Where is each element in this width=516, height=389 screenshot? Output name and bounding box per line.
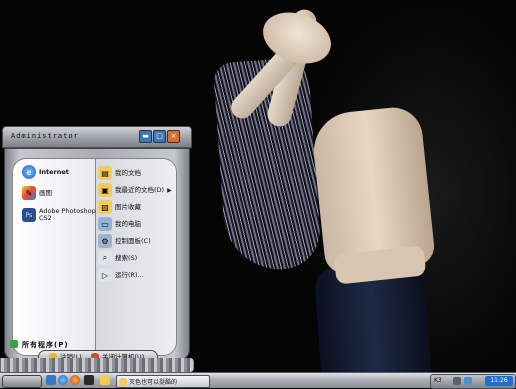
pinned-item-label: 画图 [39,188,52,197]
pinned-item-label-line2: CS2 [39,214,52,222]
taskbar-window-button[interactable]: 灭色也可以挺酷的 [116,375,210,388]
places-item-my-computer[interactable]: ▭ 我的电脑 [98,217,141,231]
start-menu-titlebar: Administrator ▬ □ × [2,126,192,148]
volume-icon[interactable] [453,377,461,385]
photoshop-icon: Ps [22,208,36,222]
folder-icon: ▤ [98,166,112,180]
places-item-pictures[interactable]: ▨ 图片收藏 [98,200,141,214]
paint-icon: ✎ [22,186,36,200]
places-item-run[interactable]: ▷ 运行(R)... [98,268,144,282]
places-item-label: 我最近的文档(D) [115,185,165,194]
firefox-icon[interactable] [70,375,80,385]
max-button[interactable]: □ [153,130,166,143]
pinned-item-photoshop[interactable]: Ps Adobe Photoshop CS2 [22,208,96,222]
run-icon: ▷ [98,268,112,282]
user-name: Administrator [11,132,79,140]
pinned-item-internet[interactable]: e Internet [22,165,69,179]
internet-explorer-icon[interactable] [58,375,68,385]
places-item-label: 搜索(S) [115,253,138,262]
places-item-recent-documents[interactable]: ▣ 我最近的文档(D) ▶ [98,183,172,197]
computer-icon: ▭ [98,217,112,231]
folder-icon [119,377,127,386]
places-item-my-documents[interactable]: ▤ 我的文档 [98,166,141,180]
pinned-item-label: Internet [39,167,69,176]
pictures-icon: ▨ [98,200,112,214]
places-item-label: 我的文档 [115,168,141,177]
show-desktop-icon[interactable] [46,375,56,385]
places-item-label: 运行(R)... [115,270,144,279]
taskbar-window-label: 灭色也可以挺酷的 [129,379,178,386]
close-button[interactable]: × [167,130,180,143]
network-icon[interactable] [464,377,472,385]
places-item-label: 我的电脑 [115,219,141,228]
start-button[interactable] [2,375,42,388]
language-indicator[interactable]: K3 [434,377,442,384]
recent-docs-icon: ▣ [98,183,112,197]
search-icon: ⌕ [98,251,112,265]
arrow-right-icon [10,340,18,348]
places-item-search[interactable]: ⌕ 搜索(S) [98,251,137,265]
decorative-pipes [0,358,194,372]
chevron-right-icon: ▶ [167,186,172,194]
pinned-item-paint[interactable]: ✎ 画图 [22,186,52,200]
clock[interactable]: 11:26 [485,376,513,386]
all-programs-button[interactable]: 所有程序(P) [22,340,69,350]
places-item-control-panel[interactable]: ⚙ 控制面板(C) [98,234,151,248]
start-menu: Administrator ▬ □ × e Internet ✎ 画图 Ps A… [0,122,194,372]
internet-explorer-icon: e [22,165,36,179]
taskbar: 灭色也可以挺酷的 K3 11:26 [0,372,516,389]
min-button[interactable]: ▬ [139,130,152,143]
places-item-label: 控制面板(C) [115,236,151,245]
folder-icon[interactable] [100,375,110,385]
places-item-label: 图片收藏 [115,202,141,211]
media-player-icon[interactable] [84,375,94,385]
control-panel-icon: ⚙ [98,234,112,248]
